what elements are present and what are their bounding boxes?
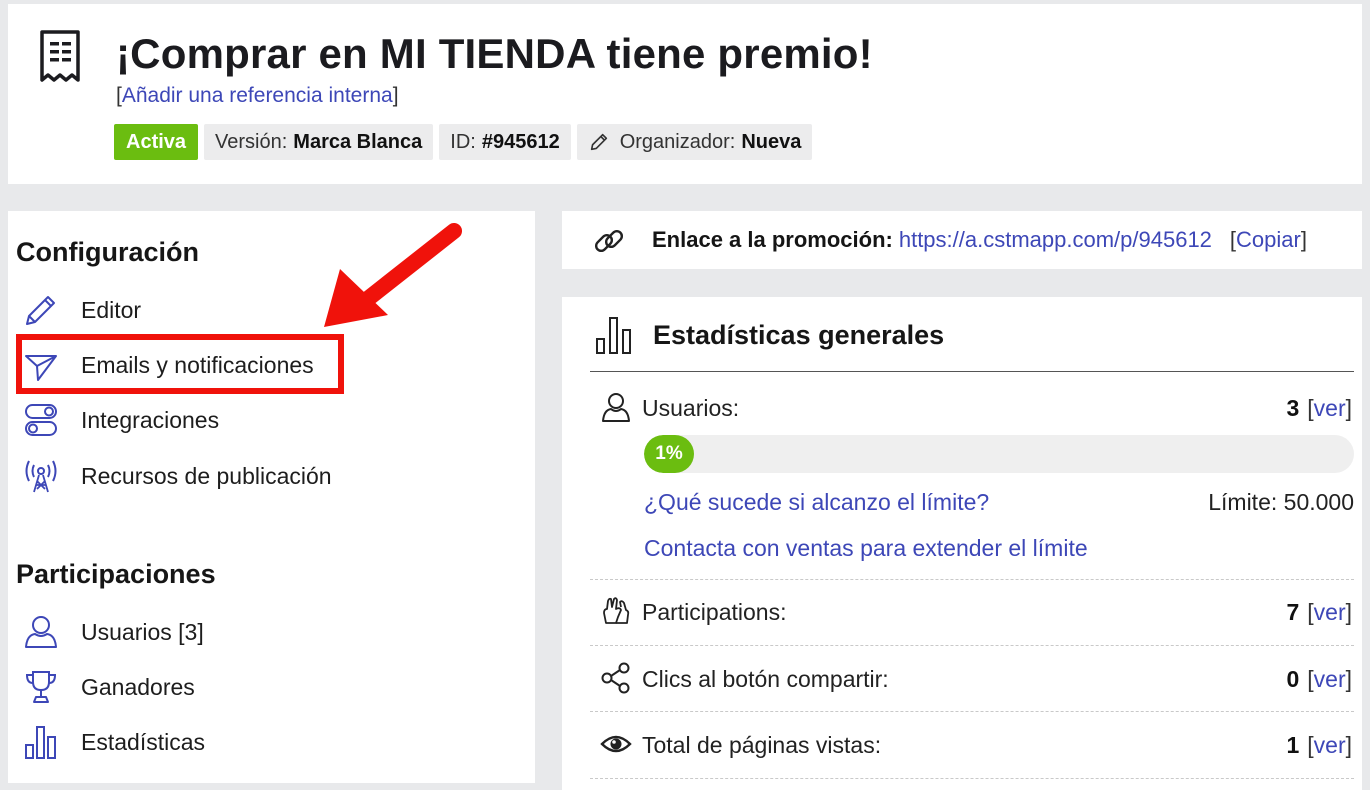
link-icon (594, 229, 624, 253)
sidebar-item-winners[interactable]: Ganadores (8, 664, 408, 710)
send-icon (25, 355, 57, 381)
sidebar-item-editor[interactable]: Editor (8, 287, 408, 333)
user-icon (602, 393, 630, 422)
broadcast-icon (25, 460, 57, 493)
sidebar-item-label: Estadísticas (81, 728, 205, 755)
sidebar-item-users[interactable]: Usuarios [3] (8, 609, 408, 655)
promotion-url-link[interactable]: https://a.cstmapp.com/p/945612 (899, 227, 1212, 252)
user-icon (25, 616, 57, 648)
contact-sales-link[interactable]: Contacta con ventas para extender el lím… (644, 535, 1088, 562)
view-page-views-link[interactable]: ver (1314, 732, 1346, 758)
participations-heading: Participaciones (16, 559, 216, 589)
divider (590, 645, 1354, 646)
participations-count: 7 (1286, 599, 1300, 625)
copy-link-button[interactable]: Copiar (1236, 227, 1301, 252)
sidebar: Configuración Editor Emails y notificaci… (8, 211, 535, 783)
sidebar-item-label: Integraciones (81, 406, 220, 433)
internal-reference: [Añadir una referencia interna] (116, 84, 399, 107)
users-limit-progress-bar: 1% (644, 435, 1354, 473)
sidebar-item-publication-resources[interactable]: Recursos de publicación (8, 453, 408, 499)
hands-icon (603, 597, 630, 624)
view-share-clicks-link[interactable]: ver (1314, 666, 1346, 692)
participations-stat-row: Participations: 7 [ver] (590, 587, 1354, 637)
divider (590, 579, 1354, 580)
bar-chart-icon (25, 726, 56, 759)
sidebar-item-emails[interactable]: Emails y notificaciones (8, 342, 408, 388)
promotion-link-label: Enlace a la promoción: (652, 227, 893, 252)
promotion-link-card: Enlace a la promoción: https://a.cstmapp.… (562, 211, 1362, 269)
view-participations-link[interactable]: ver (1314, 599, 1346, 625)
version-badge: Versión: Marca Blanca (204, 124, 434, 160)
limit-value: Límite: 50.000 (1208, 489, 1354, 515)
status-badge: Activa (114, 124, 199, 160)
share-clicks-stat-row: Clics al botón compartir: 0 [ver] (590, 654, 1354, 704)
page-title: ¡Comprar en MI TIENDA tiene premio! (116, 30, 873, 77)
sidebar-item-label: Usuarios [3] (81, 618, 204, 645)
divider (590, 778, 1354, 779)
badge-row: Activa Versión: Marca Blanca ID: #945612 O… (114, 124, 813, 160)
divider (590, 371, 1354, 372)
add-internal-reference-link[interactable]: Añadir una referencia interna (122, 84, 393, 107)
sidebar-item-statistics[interactable]: Estadísticas (8, 719, 408, 765)
view-users-link[interactable]: ver (1314, 395, 1346, 421)
page-views-stat-row: Total de páginas vistas: 1 [ver] (590, 720, 1354, 770)
pencil-icon (590, 133, 607, 151)
users-stat-row: Usuarios: 3 [ver] (590, 383, 1354, 433)
trophy-icon (25, 671, 57, 703)
page-header: ¡Comprar en MI TIENDA tiene premio! [Aña… (8, 4, 1362, 184)
pencil-icon (26, 296, 55, 325)
users-count: 3 (1286, 395, 1300, 421)
configuration-heading: Configuración (16, 237, 199, 267)
sidebar-item-label: Emails y notificaciones (81, 351, 314, 378)
share-icon (601, 662, 630, 694)
page-views-count: 1 (1286, 732, 1300, 758)
sidebar-item-label: Ganadores (81, 673, 195, 700)
stats-title: Estadísticas generales (653, 320, 945, 350)
toggles-icon (25, 404, 57, 436)
share-clicks-count: 0 (1286, 666, 1300, 692)
sidebar-item-label: Recursos de publicación (81, 462, 332, 489)
sidebar-item-integrations[interactable]: Integraciones (8, 397, 408, 443)
organizer-badge[interactable]: Organizador: Nueva (576, 124, 813, 160)
receipt-icon (40, 30, 80, 82)
sidebar-item-label: Editor (81, 296, 142, 323)
id-badge: ID: #945612 (439, 124, 571, 160)
divider (590, 711, 1354, 712)
limit-help-link[interactable]: ¿Qué sucede si alcanzo el límite? (644, 489, 989, 516)
eye-icon (600, 735, 632, 753)
progress-fill: 1% (644, 435, 694, 473)
bar-chart-icon (596, 317, 631, 354)
general-stats-card: Estadísticas generales Usuarios: 3 [ver] … (562, 297, 1362, 790)
